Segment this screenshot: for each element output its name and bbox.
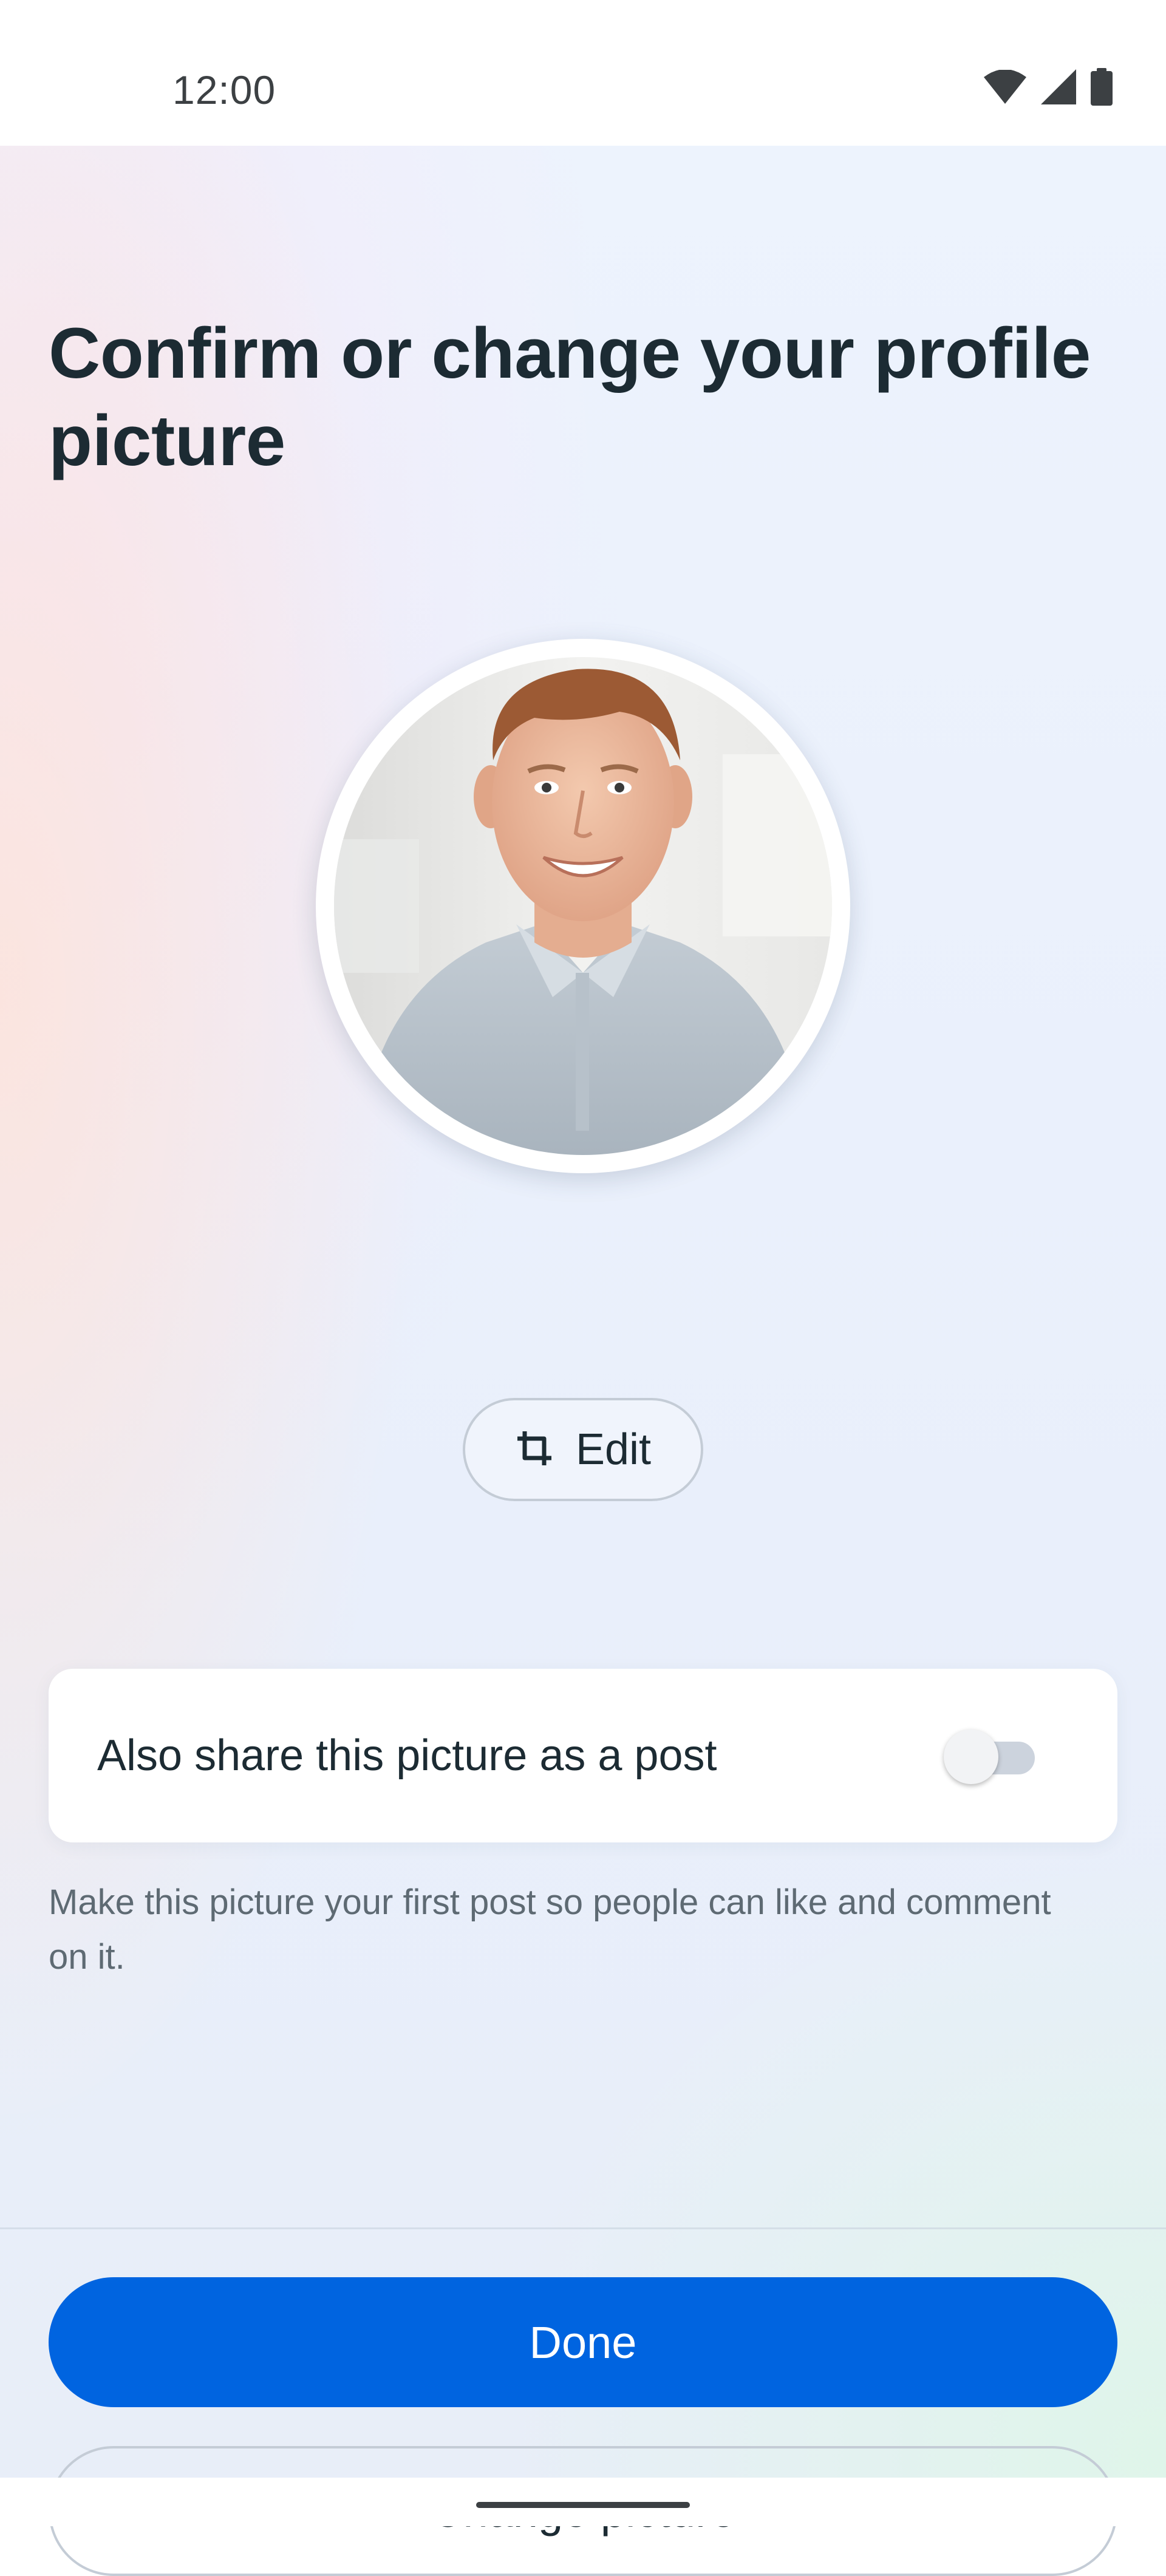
main-content: Confirm or change your profile picture E…: [0, 146, 1166, 2576]
navigation-bar: [0, 2478, 1166, 2526]
status-bar: 12:00: [0, 0, 1166, 146]
share-as-post-card: Also share this picture as a post: [49, 1669, 1117, 1842]
share-as-post-label: Also share this picture as a post: [97, 1731, 717, 1780]
footer-divider: [0, 2227, 1166, 2229]
crop-icon: [515, 1429, 554, 1471]
done-button[interactable]: Done: [49, 2277, 1117, 2407]
edit-photo-button[interactable]: Edit: [463, 1398, 703, 1501]
status-time: 12:00: [172, 67, 276, 112]
profile-picture-frame: [316, 639, 850, 1173]
status-icons: [984, 68, 1113, 106]
wifi-icon: [984, 70, 1026, 104]
edit-label: Edit: [575, 1425, 652, 1474]
cellular-signal-icon: [1041, 69, 1076, 104]
share-helper-text: Make this picture your first post so peo…: [49, 1883, 1051, 1977]
page-title: Confirm or change your profile picture: [49, 313, 1091, 481]
toggle-knob: [944, 1729, 998, 1784]
home-gesture-handle[interactable]: [476, 2502, 690, 2508]
profile-picture: [334, 657, 832, 1155]
battery-icon: [1091, 68, 1113, 106]
share-as-post-toggle[interactable]: [944, 1729, 1035, 1784]
